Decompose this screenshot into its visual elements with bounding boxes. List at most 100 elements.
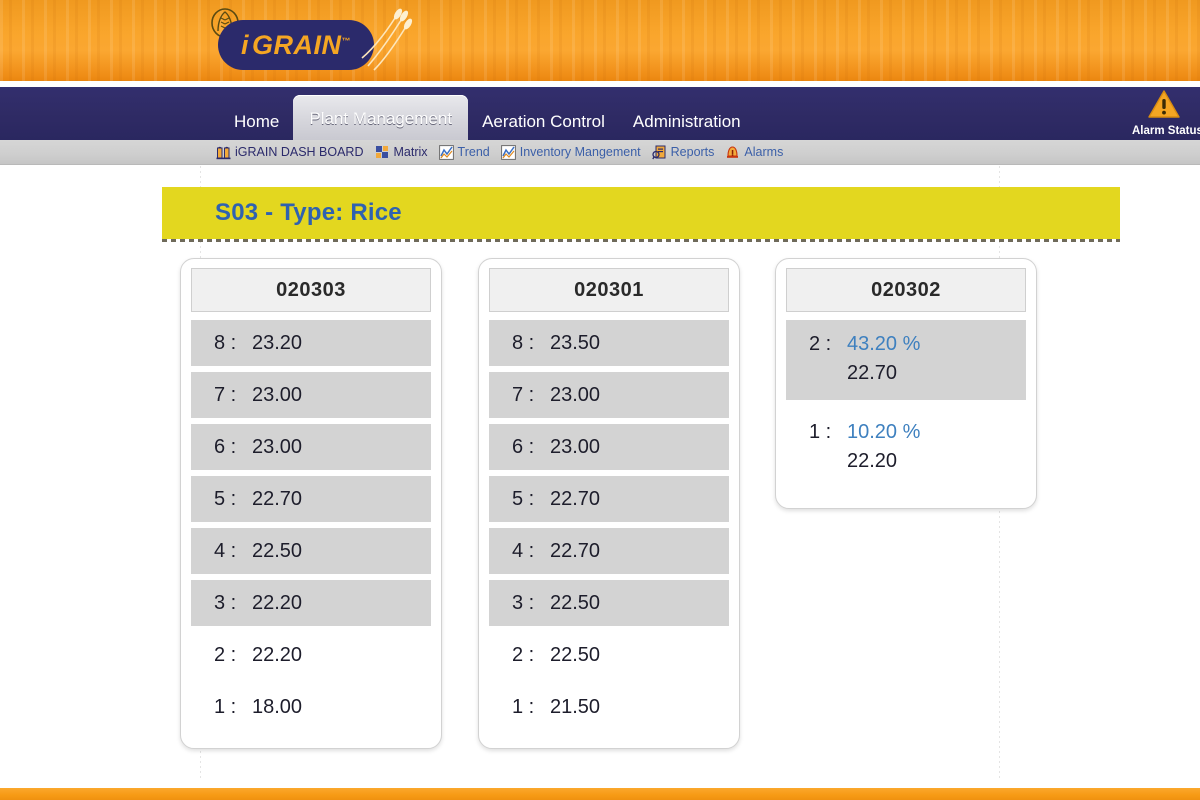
subnav-label-reports: Reports [670,145,715,159]
brand-banner: i GRAIN™ [0,0,1200,84]
level-row-primary: 2 : 43.20 % [809,333,1026,356]
level-label: 2 : [214,643,237,666]
level-value: 23.00 [252,435,303,458]
silo-card-header: 020303 [191,268,431,312]
nav-item-aeration-control[interactable]: Aeration Control [468,113,619,140]
subnav-item-dashboard[interactable]: iGRAIN DASH BOARD [216,145,364,160]
level-value: 22.50 [252,539,303,562]
level-row[interactable]: 4 : 22.70 [489,528,729,574]
level-row[interactable]: 2 : 22.50 [489,632,729,678]
level-value: 21.50 [550,695,601,718]
level-percent: 10.20 % [847,421,921,443]
level-label: 4 : [512,539,535,562]
silo-card-header: 020302 [786,268,1026,312]
level-row[interactable]: 2 : 43.20 % 22.70 [786,320,1026,400]
level-label: 5 : [214,487,237,510]
level-row[interactable]: 5 : 22.70 [191,476,431,522]
level-value: 22.20 [252,591,303,614]
subnav-item-alarms[interactable]: Alarms [725,145,783,160]
level-row[interactable]: 7 : 23.00 [489,372,729,418]
level-row[interactable]: 8 : 23.50 [489,320,729,366]
silo-card[interactable]: 020303 8 : 23.20 7 : 23.00 6 : 23.00 5:… [180,258,442,749]
nav-item-plant-management[interactable]: Plant Management [293,95,469,140]
level-label: 2 : [512,643,535,666]
silo-level-rows: 8 : 23.20 7 : 23.00 6 : 23.00 5 : 22.70 [191,320,431,736]
silo-level-rows: 8 : 23.50 7 : 23.00 6 : 23.00 5 : 22.70 [489,320,729,736]
bell-alert-icon [727,145,739,158]
level-row[interactable]: 3 : 22.20 [191,580,431,626]
level-label: 5 : [512,487,535,510]
level-value: 23.50 [550,331,601,354]
level-value: 22.70 [847,362,898,384]
silo-icon [216,146,231,159]
silo-id: 020302 [871,278,941,301]
level-row[interactable]: 7 : 23.00 [191,372,431,418]
subnav-label-inventory-management: Inventory Mangement [519,145,641,159]
level-label: 7 : [512,383,535,406]
level-row[interactable]: 1 : 18.00 [191,684,431,730]
wheat-spray-icon [361,8,413,71]
level-label: 3 : [214,591,237,614]
level-row[interactable]: 6 : 23.00 [191,424,431,470]
level-row[interactable]: 1 : 21.50 [489,684,729,730]
level-label: 6 : [214,435,237,458]
igrain-logo[interactable]: i GRAIN™ [196,4,413,80]
subnav-item-inventory-management[interactable]: Inventory Mangement [500,144,641,160]
sub-navigation: iGRAIN DASH BOARD Matrix Trend Inventory… [0,140,1200,165]
level-label: 1 : [809,421,832,443]
level-value: 22.70 [550,539,601,562]
level-label: 6 : [512,435,535,458]
level-row[interactable]: 5 : 22.70 [489,476,729,522]
level-value: 23.00 [550,383,601,406]
main-navigation: Home Plant Management Aeration Control A… [0,87,1200,140]
level-row-primary: 1 : 10.20 % [809,421,1026,444]
level-label: 2 : [809,333,832,355]
report-search-icon [651,145,666,159]
app-page: iGRAIN™ Home Plant Management Aeration [0,0,1200,800]
warning-triangle-icon [1148,90,1180,118]
subnav-item-reports[interactable]: Reports [651,145,715,160]
nav-item-administration[interactable]: Administration [619,113,755,140]
line-chart-icon [500,144,516,160]
level-row[interactable]: 4 : 22.50 [191,528,431,574]
subnav-label-matrix: Matrix [393,145,428,159]
subnav-item-matrix[interactable]: Matrix [375,145,428,160]
grid-squares-icon [375,145,388,158]
level-value: 23.20 [252,331,303,354]
level-row[interactable]: 1 : 10.20 % 22.20 [786,408,1026,488]
alarm-status-button[interactable]: Alarm Status [1128,89,1200,137]
level-value: 22.20 [847,450,898,472]
silo-id: 020303 [276,278,346,301]
sub-nav-items: iGRAIN DASH BOARD Matrix Trend Inventory… [216,144,783,160]
level-label: 3 : [512,591,535,614]
level-row[interactable]: 2 : 22.20 [191,632,431,678]
line-chart-icon [438,144,454,160]
level-value: 23.00 [252,383,303,406]
level-row[interactable]: 8 : 23.20 [191,320,431,366]
silo-id: 020301 [574,278,644,301]
subnav-label-alarms: Alarms [744,145,784,159]
level-label: 1 : [512,695,535,718]
level-value: 23.00 [550,435,601,458]
content-area: S03 - Type: Rice 020303 8 : 23.20 7 : 23… [0,166,1200,778]
subnav-label-dashboard: iGRAIN DASH BOARD [235,145,364,159]
level-value: 18.00 [252,695,303,718]
silo-card[interactable]: 020301 8 : 23.50 7 : 23.00 6 : 23.00 5:… [478,258,740,749]
level-label: 8 : [214,331,237,354]
level-value: 22.50 [550,591,601,614]
silo-cards-container: 020303 8 : 23.20 7 : 23.00 6 : 23.00 5:… [0,166,1200,778]
subnav-item-trend[interactable]: Trend [438,144,490,160]
level-label: 8 : [512,331,535,354]
level-value: 22.70 [550,487,601,510]
level-label: 7 : [214,383,237,406]
silo-card[interactable]: 020302 2 : 43.20 % 22.70 1 : 10.20 % 22.… [775,258,1037,509]
level-value: 22.20 [252,643,303,666]
level-label: 1 : [214,695,237,718]
main-nav-items: Home Plant Management Aeration Control A… [220,87,755,140]
level-row[interactable]: 3 : 22.50 [489,580,729,626]
level-row[interactable]: 6 : 23.00 [489,424,729,470]
nav-item-home[interactable]: Home [220,113,293,140]
level-value: 22.50 [550,643,601,666]
subnav-label-trend: Trend [457,145,490,159]
level-label: 4 : [214,539,237,562]
